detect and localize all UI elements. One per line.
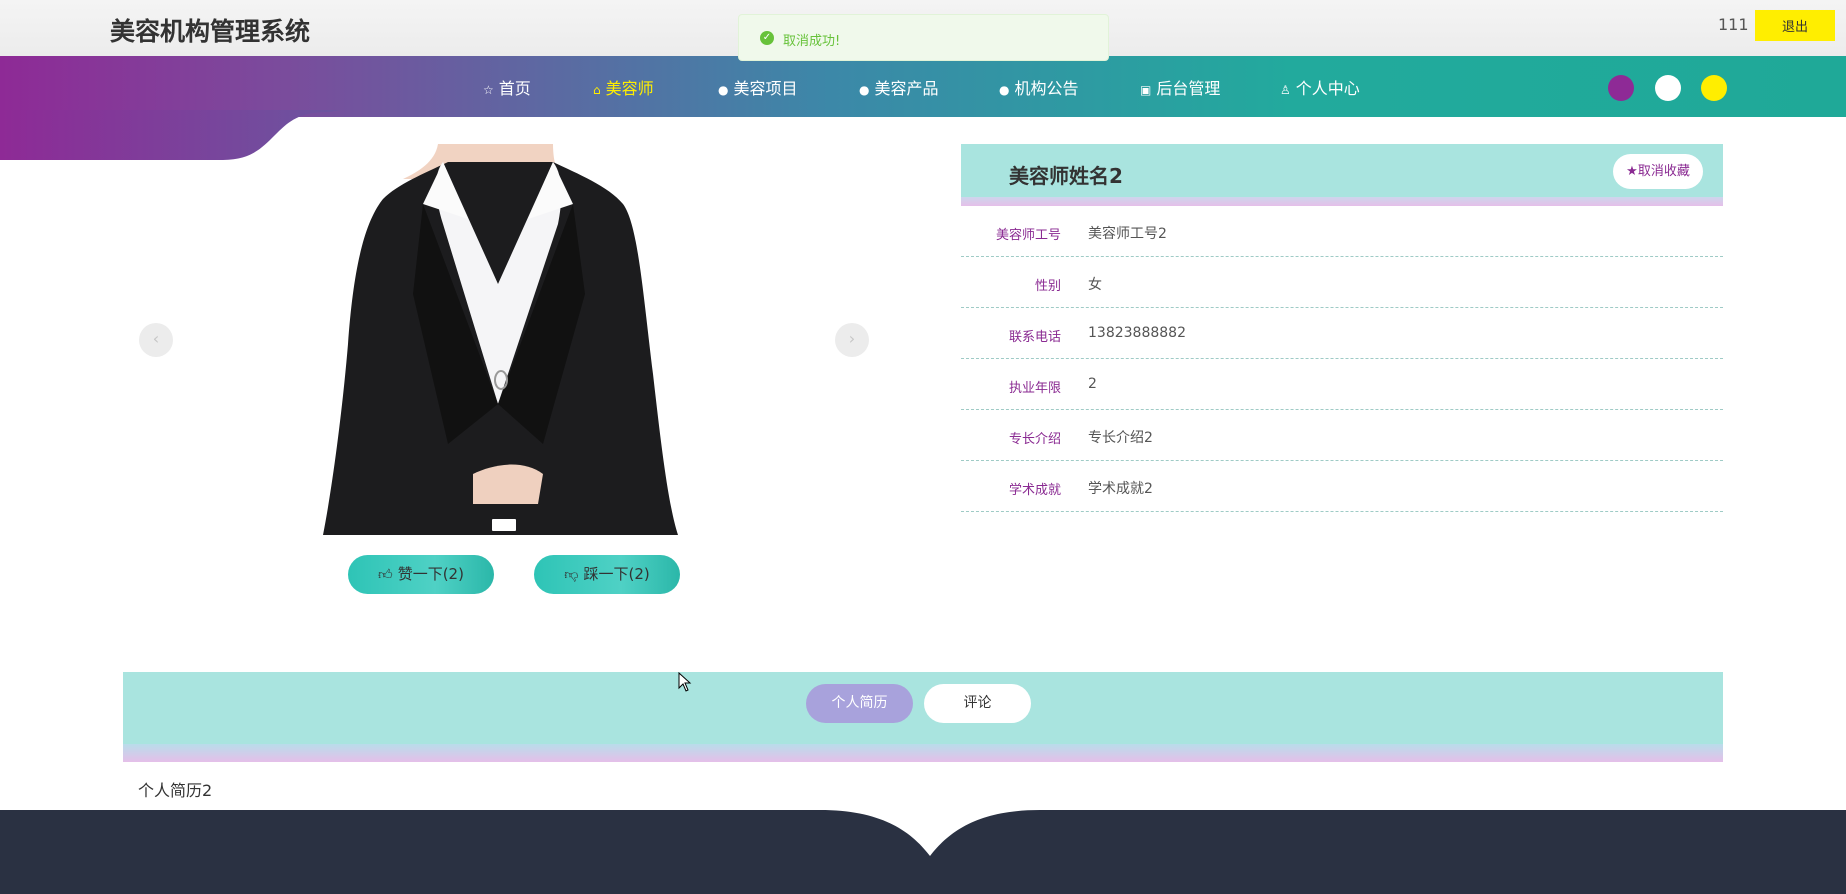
- logout-button[interactable]: 退出: [1755, 10, 1835, 41]
- dislike-label: 踩一下(2): [583, 565, 650, 583]
- like-label: 赞一下(2): [397, 565, 464, 583]
- nav-item-admin[interactable]: ▣ 后台管理: [1140, 75, 1220, 99]
- nav-item-profile[interactable]: ♙ 个人中心: [1280, 75, 1360, 99]
- main-navigation: ☆ 首页 ⌂ 美容师 ● 美容项目 ● 美容产品 ● 机构公告 ▣ 后台管理 ♙ 个人中心: [0, 56, 1846, 117]
- beautician-name: 美容师姓名2: [1009, 164, 1123, 188]
- chevron-right-icon: ›: [848, 329, 856, 348]
- theme-yellow-button[interactable]: [1701, 75, 1727, 101]
- detail-label: 学术成就: [1008, 483, 1061, 498]
- gallery-prev-button[interactable]: ‹: [139, 323, 173, 357]
- username-label: 111: [1718, 15, 1749, 34]
- detail-row-experience: 执业年限 2: [961, 359, 1723, 410]
- info-circle-icon: ●: [999, 83, 1010, 97]
- nav-item-label: 美容产品: [874, 79, 939, 98]
- detail-row-specialty: 专长介绍 专长介绍2: [961, 410, 1723, 461]
- resume-content: 个人简历2: [138, 781, 213, 800]
- check-circle-icon: ✓: [760, 31, 774, 45]
- detail-value: 13823888882: [1088, 325, 1186, 341]
- question-circle-icon: ●: [859, 83, 870, 97]
- tabs-strip: [123, 744, 1723, 762]
- nav-item-label: 美容项目: [733, 79, 798, 98]
- like-button[interactable]: 👍︎ 赞一下(2): [348, 555, 494, 594]
- theme-purple-button[interactable]: [1608, 75, 1634, 101]
- success-toast: ✓ 取消成功!: [738, 14, 1109, 61]
- header-strip: [961, 197, 1723, 206]
- toast-message: 取消成功!: [783, 34, 841, 49]
- tab-comments[interactable]: 评论: [924, 684, 1031, 723]
- page-footer: [0, 810, 1846, 894]
- nav-item-notices[interactable]: ● 机构公告: [999, 75, 1079, 99]
- detail-value: 女: [1088, 277, 1102, 293]
- nav-item-products[interactable]: ● 美容产品: [859, 75, 939, 99]
- detail-value: 2: [1088, 376, 1097, 392]
- gallery-indicator[interactable]: [492, 519, 516, 531]
- dislike-button[interactable]: 👎︎ 踩一下(2): [534, 555, 680, 594]
- detail-label: 专长介绍: [1008, 432, 1061, 447]
- unfavorite-button[interactable]: ★取消收藏: [1613, 154, 1703, 189]
- shop-icon: ▣: [1140, 83, 1152, 97]
- detail-label: 联系电话: [1008, 330, 1061, 345]
- nav-item-home[interactable]: ☆ 首页: [483, 75, 531, 99]
- detail-label: 性别: [1034, 279, 1061, 294]
- site-title: 美容机构管理系统: [110, 17, 311, 46]
- bag-icon: ⌂: [593, 83, 601, 97]
- info-circle-icon: ●: [718, 83, 729, 97]
- mouse-cursor-icon: [678, 672, 692, 692]
- nav-item-label: 首页: [498, 79, 531, 98]
- unfavorite-label: 取消收藏: [1637, 164, 1690, 179]
- detail-row-phone: 联系电话 13823888882: [961, 308, 1723, 359]
- gallery-next-button[interactable]: ›: [835, 323, 869, 357]
- nav-item-label: 个人中心: [1295, 79, 1360, 98]
- theme-white-button[interactable]: [1655, 75, 1681, 101]
- detail-header: 美容师姓名2 ★取消收藏: [961, 144, 1723, 206]
- detail-row-achievements: 学术成就 学术成就2: [961, 461, 1723, 512]
- star-outline-icon: ☆: [483, 83, 494, 97]
- nav-item-label: 后台管理: [1156, 79, 1221, 98]
- nav-item-beautician[interactable]: ⌂ 美容师: [593, 75, 654, 99]
- chevron-left-icon: ‹: [152, 329, 160, 348]
- tab-resume[interactable]: 个人简历: [806, 684, 913, 723]
- detail-tabs-bar: 个人简历 评论: [123, 672, 1723, 762]
- detail-label: 执业年限: [1008, 381, 1061, 396]
- user-icon: ♙: [1280, 83, 1291, 97]
- thumbs-down-icon: 👎︎: [564, 567, 579, 583]
- detail-value: 美容师工号2: [1088, 226, 1167, 242]
- star-icon: ★: [1626, 164, 1638, 179]
- detail-value: 专长介绍2: [1088, 430, 1153, 446]
- nav-item-label: 机构公告: [1014, 79, 1079, 98]
- detail-value: 学术成就2: [1088, 481, 1153, 497]
- nav-item-projects[interactable]: ● 美容项目: [718, 75, 798, 99]
- nav-curve-decoration: [0, 110, 340, 160]
- beautician-photo: [323, 144, 678, 535]
- nav-item-label: 美容师: [605, 79, 654, 98]
- detail-row-gender: 性别 女: [961, 257, 1723, 308]
- detail-row-employee-id: 美容师工号 美容师工号2: [961, 206, 1723, 257]
- detail-label: 美容师工号: [995, 228, 1061, 243]
- thumbs-up-icon: 👍︎: [378, 567, 393, 583]
